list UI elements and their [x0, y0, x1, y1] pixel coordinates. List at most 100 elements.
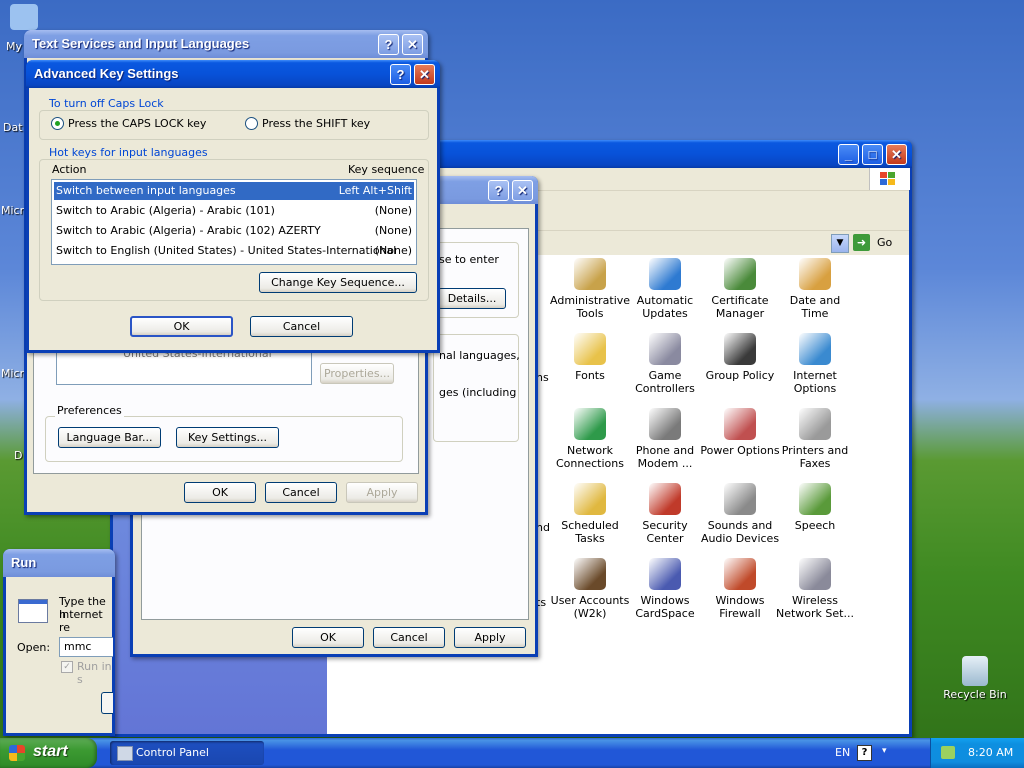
- column-header-key-sequence: Key sequence: [348, 163, 425, 176]
- ok-button[interactable]: OK: [184, 482, 256, 503]
- tray-options-icon[interactable]: ▾: [882, 746, 887, 756]
- control-panel-item-label: Printers and Faxes: [781, 444, 849, 470]
- control-panel-icon: [117, 746, 133, 761]
- taskbar-item-control-panel[interactable]: Control Panel: [110, 741, 264, 765]
- hotkeys-group-label: Hot keys for input languages: [47, 146, 210, 159]
- properties-button[interactable]: Properties...: [320, 363, 394, 384]
- recycle-bin[interactable]: Recycle Bin: [940, 656, 1010, 701]
- control-panel-item[interactable]: Phone and Modem ...: [625, 408, 705, 470]
- network-tray-icon[interactable]: [941, 746, 955, 759]
- control-panel-item[interactable]: Sounds and Audio Devices: [700, 483, 780, 545]
- go-button[interactable]: ➜ Go: [853, 233, 897, 253]
- hotkey-row[interactable]: Switch to Arabic (Algeria) - Arabic (101…: [54, 202, 414, 220]
- run-button-partial[interactable]: [101, 692, 113, 714]
- taskbar-item-label: Control Panel: [136, 746, 209, 759]
- installed-services-list[interactable]: United States-International: [56, 347, 312, 385]
- hotkeys-list[interactable]: Switch between input languages Left Alt+S…: [51, 179, 417, 265]
- start-button[interactable]: start: [0, 738, 97, 768]
- control-panel-item-label: Scheduled Tasks: [561, 519, 619, 545]
- control-panel-item[interactable]: Internet Options: [775, 333, 855, 395]
- run-titlebar[interactable]: Run: [3, 549, 115, 577]
- control-panel-item[interactable]: Group Policy: [700, 333, 780, 382]
- hotkey-row[interactable]: Switch between input languages Left Alt+S…: [54, 182, 414, 200]
- desktop-icon-label[interactable]: D: [14, 449, 22, 462]
- user-accounts-icon: [574, 558, 606, 590]
- run-icon: [18, 599, 48, 623]
- control-panel-item[interactable]: Administrative Tools: [550, 258, 630, 320]
- help-icon[interactable]: ?: [488, 180, 509, 201]
- apply-button[interactable]: Apply: [346, 482, 418, 503]
- desktop-icon-label[interactable]: Dat: [3, 121, 23, 134]
- close-icon[interactable]: ✕: [886, 144, 907, 165]
- address-dropdown-icon[interactable]: ▼: [831, 234, 849, 253]
- advanced-key-settings-title: Advanced Key Settings: [34, 66, 179, 81]
- control-panel-item-label: Sounds and Audio Devices: [700, 519, 780, 545]
- clock[interactable]: 8:20 AM: [968, 746, 1013, 759]
- caps-lock-radio[interactable]: [51, 117, 64, 130]
- control-panel-item-label: Game Controllers: [635, 369, 695, 395]
- help-icon[interactable]: ?: [390, 64, 411, 85]
- recycle-bin-label: Recycle Bin: [943, 688, 1007, 701]
- control-panel-item[interactable]: Certificate Manager: [700, 258, 780, 320]
- control-panel-item-label: Fonts: [575, 369, 605, 382]
- ok-button[interactable]: OK: [130, 316, 233, 337]
- hotkey-row[interactable]: Switch to Arabic (Algeria) - Arabic (102…: [54, 222, 414, 240]
- text-services-titlebar[interactable]: Text Services and Input Languages ? ✕: [24, 30, 428, 58]
- control-panel-item[interactable]: Power Options: [700, 408, 780, 457]
- desktop-icon-label[interactable]: Micr: [1, 204, 24, 217]
- control-panel-item[interactable]: Speech: [775, 483, 855, 532]
- language-indicator[interactable]: EN: [835, 746, 850, 759]
- control-panel-item[interactable]: Security Center: [625, 483, 705, 545]
- cancel-button[interactable]: Cancel: [250, 316, 353, 337]
- help-icon[interactable]: ?: [378, 34, 399, 55]
- desktop-icon-my[interactable]: My: [4, 4, 44, 53]
- close-icon[interactable]: ✕: [402, 34, 423, 55]
- control-panel-item[interactable]: Windows Firewall: [700, 558, 780, 620]
- cardspace-icon: [649, 558, 681, 590]
- control-panel-item[interactable]: Automatic Updates: [625, 258, 705, 320]
- cancel-button[interactable]: Cancel: [265, 482, 337, 503]
- partial-icon-label[interactable]: nd: [536, 521, 550, 534]
- control-panel-item-label: Power Options: [700, 444, 780, 457]
- control-panel-item[interactable]: Wireless Network Set...: [775, 558, 855, 620]
- run-description-line: Internet re: [59, 608, 103, 634]
- change-key-sequence-button[interactable]: Change Key Sequence...: [259, 272, 417, 293]
- control-panel-item[interactable]: Date and Time: [775, 258, 855, 320]
- open-input[interactable]: mmc: [59, 637, 113, 657]
- partial-text: ges (including: [439, 386, 517, 399]
- control-panel-item[interactable]: Game Controllers: [625, 333, 705, 395]
- taskbar: start Control Panel EN ? ▾ 8:20 AM: [0, 738, 1024, 768]
- close-icon[interactable]: ✕: [512, 180, 533, 201]
- shift-option-label[interactable]: Press the SHIFT key: [262, 117, 370, 130]
- control-panel-item[interactable]: Windows CardSpace: [625, 558, 705, 620]
- speaker-icon: [724, 483, 756, 515]
- control-panel-item[interactable]: User Accounts (W2k): [550, 558, 630, 620]
- hotkey-row[interactable]: Switch to English (United States) - Unit…: [54, 242, 414, 260]
- advanced-key-settings-dialog: Advanced Key Settings ? ✕ To turn off Ca…: [26, 60, 440, 353]
- maximize-icon[interactable]: □: [862, 144, 883, 165]
- details-button[interactable]: Details...: [438, 288, 506, 309]
- hotkey-action: Switch between input languages: [56, 184, 236, 197]
- control-panel-item-label: Certificate Manager: [711, 294, 769, 320]
- control-panel-item[interactable]: Printers and Faxes: [775, 408, 855, 470]
- control-panel-item-label: Date and Time: [789, 294, 841, 320]
- firewall-icon: [724, 558, 756, 590]
- apply-button[interactable]: Apply: [454, 627, 526, 648]
- desktop-icon-label[interactable]: Micr: [1, 367, 24, 380]
- run-separate-memory-checkbox[interactable]: ✓: [61, 661, 73, 673]
- ok-button[interactable]: OK: [292, 627, 364, 648]
- control-panel-item[interactable]: Network Connections: [550, 408, 630, 470]
- help-tray-icon[interactable]: ?: [857, 745, 872, 761]
- language-bar-button[interactable]: Language Bar...: [58, 427, 161, 448]
- cancel-button[interactable]: Cancel: [373, 627, 445, 648]
- control-panel-item[interactable]: Scheduled Tasks: [550, 483, 630, 545]
- checkbox-label: Run in s: [77, 660, 112, 686]
- open-label: Open:: [17, 641, 51, 654]
- minimize-icon[interactable]: _: [838, 144, 859, 165]
- control-panel-item[interactable]: Fonts: [550, 333, 630, 382]
- advanced-key-settings-titlebar[interactable]: Advanced Key Settings ? ✕: [26, 60, 440, 88]
- key-settings-button[interactable]: Key Settings...: [176, 427, 279, 448]
- close-icon[interactable]: ✕: [414, 64, 435, 85]
- caps-lock-option-label[interactable]: Press the CAPS LOCK key: [68, 117, 206, 130]
- shift-radio[interactable]: [245, 117, 258, 130]
